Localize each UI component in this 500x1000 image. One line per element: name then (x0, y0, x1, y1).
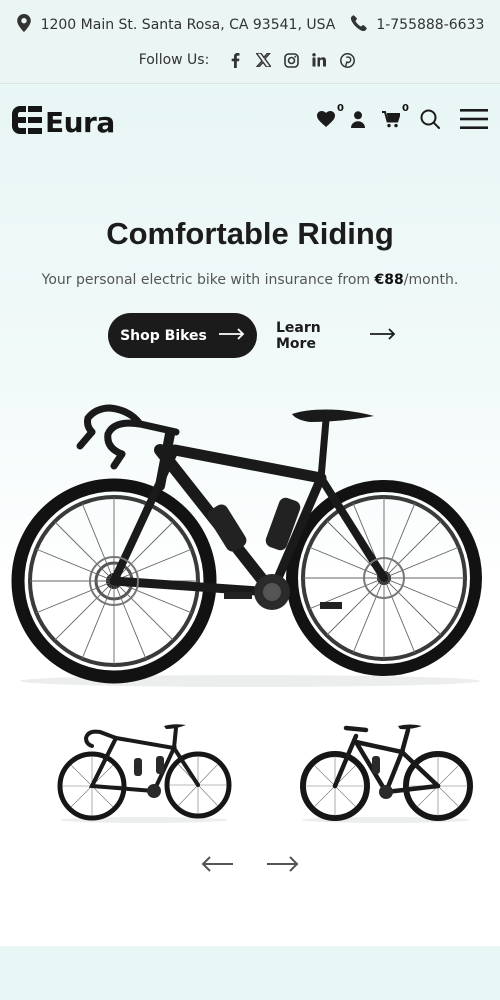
hero-price: €88 (374, 272, 404, 288)
hamburger-menu-icon (460, 109, 488, 133)
facebook-icon[interactable] (221, 52, 249, 68)
search-icon (420, 109, 440, 133)
cart-count-badge: 0 (402, 103, 409, 114)
top-info-bar: 1200 Main St. Santa Rosa, CA 93541, USA … (0, 0, 500, 84)
phone-text[interactable]: 1-755888-6633 (376, 17, 484, 33)
hero-title: Comfortable Riding (106, 216, 394, 251)
arrow-left-icon (200, 856, 234, 880)
heart-icon (317, 111, 335, 131)
shop-bikes-button[interactable]: Shop Bikes (108, 313, 257, 358)
shop-bikes-label: Shop Bikes (120, 327, 207, 344)
menu-button[interactable] (459, 109, 489, 133)
mountain-bike-thumbnail[interactable] (298, 720, 474, 824)
linkedin-icon[interactable] (305, 53, 333, 67)
location-pin-icon (16, 14, 41, 36)
cart-button[interactable]: 0 (379, 103, 409, 133)
wishlist-count-badge: 0 (337, 103, 344, 114)
hero-subtitle-suffix: /month. (403, 272, 459, 288)
phone-icon (351, 15, 376, 35)
contact-row: 1200 Main St. Santa Rosa, CA 93541, USA … (0, 12, 500, 38)
account-button[interactable] (346, 109, 370, 133)
user-icon (351, 110, 365, 132)
wishlist-button[interactable]: 0 (314, 103, 344, 133)
learn-more-button[interactable]: Learn More (276, 313, 396, 358)
address-text: 1200 Main St. Santa Rosa, CA 93541, USA (40, 17, 336, 33)
social-links (221, 52, 361, 68)
address-item: 1200 Main St. Santa Rosa, CA 93541, USA (16, 14, 336, 36)
follow-label: Follow Us: (138, 52, 210, 68)
cart-icon (382, 110, 401, 132)
follow-row: Follow Us: (0, 47, 500, 73)
arrow-right-icon (266, 856, 300, 880)
phone-item[interactable]: 1-755888-6633 (351, 15, 484, 35)
next-section-band (0, 946, 500, 1000)
instagram-icon[interactable] (277, 52, 305, 68)
header-actions: 0 0 (0, 100, 500, 144)
arrow-right-icon (207, 327, 245, 344)
search-button[interactable] (418, 109, 442, 133)
main-header: Eura 0 0 (0, 100, 500, 144)
road-bike-thumbnail[interactable] (56, 718, 232, 824)
pinterest-icon[interactable] (333, 52, 361, 68)
arrow-right-icon (354, 327, 396, 344)
road-bike-image (10, 396, 490, 691)
hero-subtitle-prefix: Your personal electric bike with insuran… (41, 272, 375, 288)
learn-more-label: Learn More (276, 319, 321, 352)
x-icon[interactable] (249, 53, 277, 67)
carousel-prev-button[interactable] (200, 852, 234, 876)
carousel-next-button[interactable] (266, 852, 300, 876)
hero-subtitle: Your personal electric bike with insuran… (0, 272, 500, 288)
